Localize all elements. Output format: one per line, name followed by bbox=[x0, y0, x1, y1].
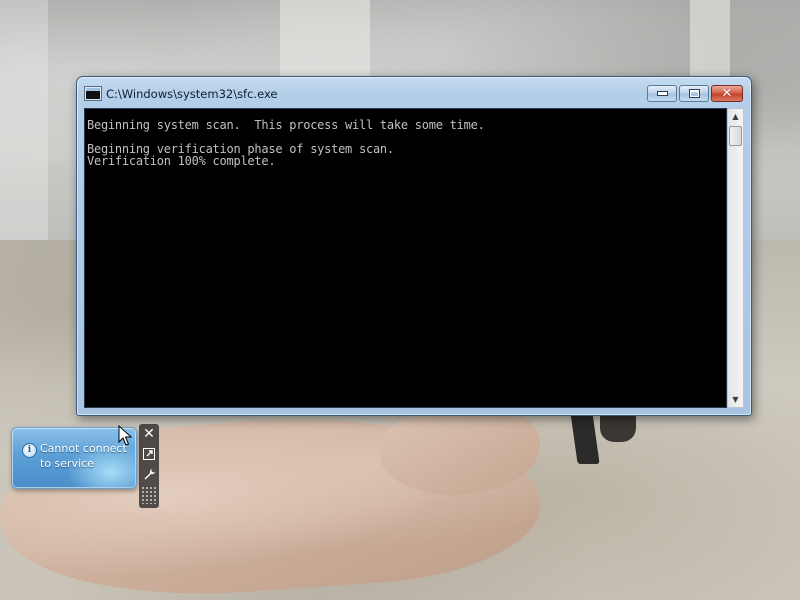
title-bar[interactable]: C:\Windows\system32\sfc.exe ✕ bbox=[77, 77, 751, 107]
resize-icon[interactable] bbox=[141, 446, 157, 462]
gadget-message: Cannot connect to service bbox=[40, 442, 127, 470]
gadget-toolbar: ✕ bbox=[139, 424, 159, 508]
options-icon[interactable] bbox=[141, 466, 157, 482]
scroll-thumb[interactable] bbox=[729, 126, 742, 146]
minimize-icon bbox=[656, 91, 668, 96]
info-icon: i bbox=[22, 443, 37, 458]
console-line: Beginning system scan. This process will… bbox=[87, 118, 485, 132]
console-output[interactable]: Beginning system scan. This process will… bbox=[84, 108, 727, 408]
console-line: Verification 100% complete. bbox=[87, 154, 276, 168]
window-title: C:\Windows\system32\sfc.exe bbox=[106, 87, 278, 101]
close-icon[interactable]: ✕ bbox=[141, 426, 157, 442]
scroll-up-arrow-icon[interactable]: ▲ bbox=[728, 109, 743, 124]
maximize-icon bbox=[688, 89, 700, 98]
drag-handle-icon[interactable] bbox=[141, 486, 157, 504]
close-icon: ✕ bbox=[721, 86, 733, 101]
close-button[interactable]: ✕ bbox=[711, 85, 743, 102]
scroll-down-arrow-icon[interactable]: ▼ bbox=[728, 392, 743, 407]
console-app-icon[interactable] bbox=[85, 87, 101, 100]
resize-glyph bbox=[143, 448, 155, 460]
console-window[interactable]: C:\Windows\system32\sfc.exe ✕ Beginning … bbox=[76, 76, 752, 416]
minimize-button[interactable] bbox=[647, 85, 677, 102]
maximize-button[interactable] bbox=[679, 85, 709, 102]
vertical-scrollbar[interactable]: ▲ ▼ bbox=[727, 108, 744, 408]
chair-seat bbox=[600, 412, 636, 442]
wrench-glyph bbox=[144, 468, 155, 479]
